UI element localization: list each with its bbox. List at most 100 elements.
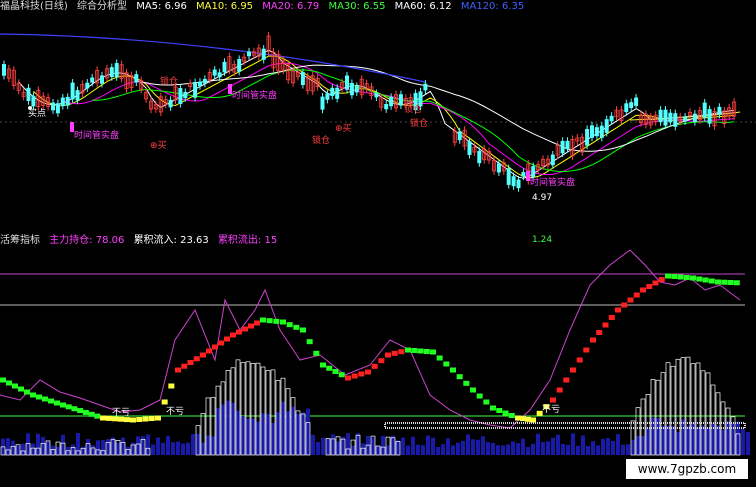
- sub-chart-header: 活筹指标 主力持仓: 78.06 累积流入: 23.63 累积流出: 15: [0, 234, 283, 248]
- trend-step: [615, 307, 621, 313]
- trend-step: [621, 302, 628, 308]
- volume-bar: [446, 438, 450, 455]
- candle-body: [354, 86, 359, 93]
- lock-label-3: 锁仓: [410, 119, 429, 129]
- volume-bar: [496, 445, 500, 455]
- volume-bar: [371, 437, 375, 455]
- candle-body: [702, 102, 707, 118]
- trend-step: [65, 404, 72, 410]
- volume-bar: [486, 442, 490, 455]
- trend-step: [463, 380, 470, 386]
- volume-bar: [256, 421, 260, 455]
- volume-bar: [196, 433, 200, 455]
- volume-bar: [466, 434, 470, 455]
- trend-step: [590, 337, 596, 343]
- candle-body: [707, 109, 712, 124]
- volume-bar: [426, 435, 430, 455]
- candle-body: [300, 72, 305, 86]
- volume-bar: [476, 439, 480, 455]
- ma120-label: MA120: 6.35: [460, 1, 525, 12]
- volume-bar: [241, 416, 245, 455]
- trend-step: [602, 322, 609, 328]
- candle-body: [60, 97, 65, 106]
- volume-bar: [676, 432, 680, 455]
- candle-body: [349, 83, 354, 96]
- main-chart-header: 福晶科技(日线) 综合分析型 MA5: 6.96 MA10: 6.95 MA20…: [0, 0, 530, 14]
- candle-body: [31, 95, 36, 107]
- trend-step: [436, 355, 443, 361]
- trend-step: [423, 349, 430, 354]
- volume-bar: [556, 434, 560, 455]
- volume-bar: [26, 433, 30, 455]
- candle-body: [325, 93, 330, 100]
- hint-label-1: 时间管实盘: [74, 131, 120, 141]
- trend-step: [633, 292, 640, 298]
- trend-step: [187, 360, 194, 365]
- trend-step: [286, 322, 293, 328]
- trend-step: [721, 279, 728, 285]
- volume-bar: [291, 406, 295, 455]
- candle-body: [668, 112, 673, 123]
- volume-bar: [11, 440, 15, 455]
- trend-step: [450, 367, 456, 373]
- candle-body: [222, 61, 227, 73]
- volume-bar: [391, 435, 395, 455]
- trend-step: [365, 369, 371, 375]
- trend-step: [300, 327, 306, 333]
- trend-step: [218, 340, 224, 346]
- candle-body: [261, 48, 266, 60]
- trend-step: [212, 344, 218, 350]
- trend-step: [142, 416, 149, 422]
- indicator-name[interactable]: 综合分析型: [77, 1, 127, 12]
- trend-step: [320, 362, 326, 368]
- volume-bar: [16, 445, 20, 455]
- volume-bar: [681, 419, 685, 455]
- oscillator-line: [0, 249, 741, 429]
- candle-body: [683, 116, 688, 122]
- volume-bar: [276, 412, 280, 455]
- volume-bar: [231, 402, 235, 455]
- volume-bar: [316, 442, 320, 455]
- candle-body: [85, 82, 90, 89]
- volume-bar: [61, 434, 65, 455]
- trend-step: [206, 348, 212, 354]
- candle-body: [658, 109, 663, 123]
- trend-step: [338, 372, 345, 378]
- candle-body: [384, 103, 389, 110]
- volume-bar: [121, 437, 125, 455]
- volume-bar: [696, 427, 700, 455]
- volume-bar: [336, 441, 340, 455]
- volume-bar: [481, 436, 485, 455]
- candle-body: [663, 109, 668, 126]
- trend-step: [36, 394, 42, 400]
- candle-body: [496, 163, 501, 173]
- candle-body: [168, 99, 173, 108]
- candle-body: [344, 75, 349, 90]
- ma60-line: [141, 64, 735, 152]
- candle-body: [585, 129, 590, 146]
- volume-bar: [126, 446, 130, 455]
- volume-bar: [511, 441, 515, 455]
- volume-bar: [101, 440, 105, 455]
- trend-step: [708, 278, 715, 284]
- candle-body: [75, 90, 80, 101]
- volume-bar: [166, 435, 170, 455]
- trend-step: [224, 336, 230, 342]
- volume-bar: [141, 436, 145, 455]
- candle-body: [246, 51, 251, 57]
- candle-body: [65, 96, 70, 106]
- trend-step: [696, 276, 703, 282]
- volume-bar: [31, 443, 35, 455]
- volume-bar: [86, 439, 90, 455]
- buy-label-2: ⊕买: [335, 124, 352, 134]
- trend-step: [530, 417, 536, 423]
- trend-step: [42, 396, 48, 402]
- candle-body: [197, 81, 202, 87]
- volume-bar: [131, 442, 135, 455]
- volume-bar: [96, 440, 100, 455]
- volume-bar: [21, 443, 25, 455]
- volume-bar: [221, 404, 225, 455]
- volume-bar: [251, 418, 255, 455]
- volume-bar: [571, 433, 575, 455]
- volume-bar: [546, 441, 550, 455]
